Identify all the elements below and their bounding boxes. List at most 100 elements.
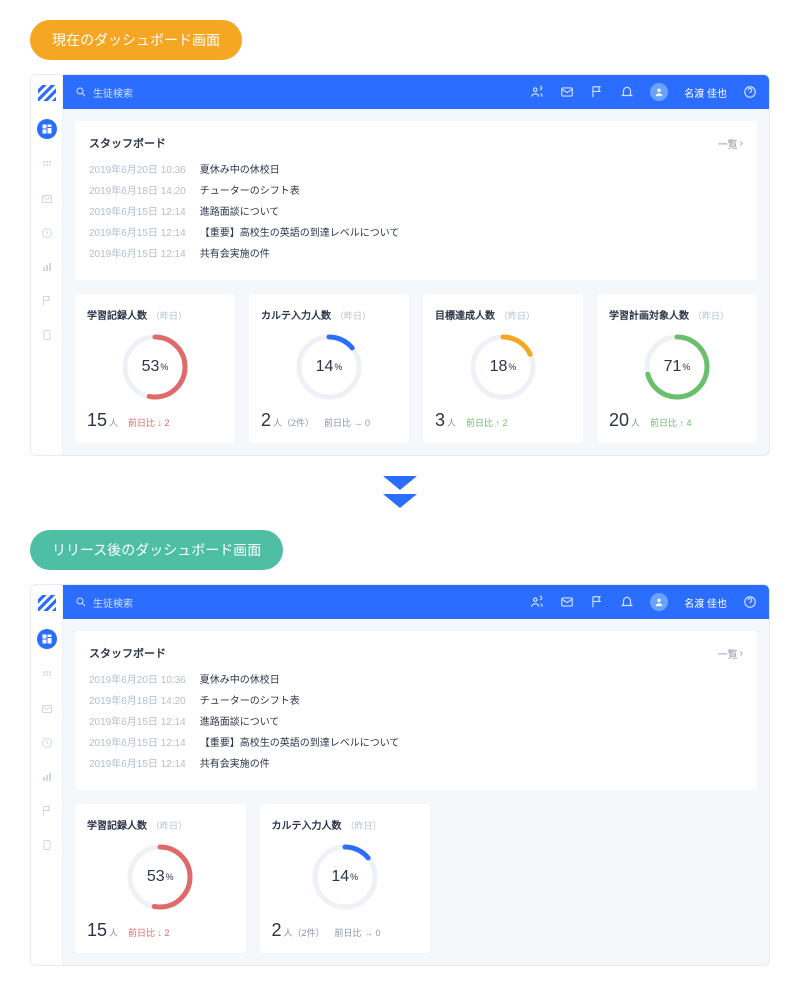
card-count: 20人	[609, 410, 640, 431]
topbar: 生徒検索 名渡 佳也	[63, 75, 769, 109]
side-doc-icon[interactable]	[39, 837, 55, 853]
logo-icon	[38, 595, 56, 611]
logo-icon	[38, 85, 56, 101]
flag-icon[interactable]	[590, 595, 604, 609]
card-subtitle: （昨日）	[499, 311, 535, 321]
side-grid-icon[interactable]	[39, 667, 55, 683]
board-row[interactable]: 2019年6月20日 10:36夏休み中の休校日	[89, 671, 743, 686]
help-icon[interactable]	[743, 595, 757, 609]
board-row[interactable]: 2019年6月15日 12:14 進路面談について	[89, 713, 743, 728]
badge-after: リリース後のダッシュボード画面	[30, 530, 283, 570]
user-name[interactable]: 名渡 佳也	[684, 85, 727, 100]
board-date: 2019年6月18日 14:20	[89, 182, 186, 197]
topbar-icons: 名渡 佳也	[530, 593, 757, 611]
board-text: 夏休み中の休校日	[200, 671, 280, 686]
board-row[interactable]: 2019年6月15日 12:14 共有会実施の件	[89, 245, 743, 260]
board-date: 2019年6月15日 12:14	[89, 713, 186, 728]
board-date: 2019年6月15日 12:14	[89, 755, 186, 770]
board-text: 【重要】高校生の英語の到達レベルについて	[200, 734, 400, 749]
card-title: 学習計画対象人数	[609, 311, 689, 322]
list-link-text: 一覧	[718, 136, 738, 151]
app-current: 生徒検索 名渡 佳也 スタッフボード 一覧 › 2019年6月20日 10:36…	[30, 74, 770, 456]
donut-value: 53%	[125, 842, 195, 912]
board-text: 進路面談について	[200, 203, 280, 218]
stat-card: カルテ入力人数（昨日）14%2人（2件）前日比 → 0	[260, 804, 431, 953]
card-title: 学習記録人数	[87, 821, 147, 832]
board-date: 2019年6月15日 12:14	[89, 245, 186, 260]
stat-card: カルテ入力人数（昨日）14%2人（2件）前日比 → 0	[249, 294, 409, 443]
user-name[interactable]: 名渡 佳也	[684, 595, 727, 610]
board-date: 2019年6月15日 12:14	[89, 203, 186, 218]
help-icon[interactable]	[743, 85, 757, 99]
search-placeholder: 生徒検索	[93, 85, 133, 100]
board-row[interactable]: 2019年6月15日 12:14【重要】高校生の英語の到達レベルについて	[89, 734, 743, 749]
stat-card: 学習計画対象人数（昨日）71%20人前日比 ↑ 4	[597, 294, 757, 443]
flag-icon[interactable]	[590, 85, 604, 99]
avatar[interactable]	[650, 593, 668, 611]
card-subtitle: （昨日）	[693, 311, 729, 321]
board-title: スタッフボード	[89, 645, 166, 661]
card-diff: 前日比 ↑ 4	[650, 416, 692, 429]
staff-board: スタッフボード 一覧 › 2019年6月20日 10:36夏休み中の休校日201…	[75, 121, 757, 280]
board-text: チューターのシフト表	[200, 692, 300, 707]
side-clock-icon[interactable]	[39, 735, 55, 751]
board-row[interactable]: 2019年6月15日 12:14 進路面談について	[89, 203, 743, 218]
board-row[interactable]: 2019年6月15日 12:14【重要】高校生の英語の到達レベルについて	[89, 224, 743, 239]
search-input[interactable]: 生徒検索	[75, 85, 522, 100]
side-chart-icon[interactable]	[39, 259, 55, 275]
staff-board: スタッフボード 一覧 › 2019年6月20日 10:36夏休み中の休校日 201…	[75, 631, 757, 790]
donut-chart: 14%	[261, 324, 397, 410]
card-diff: 前日比 → 0	[335, 926, 381, 939]
side-clock-icon[interactable]	[39, 225, 55, 241]
donut-chart: 53%	[87, 324, 223, 410]
side-flag-icon[interactable]	[39, 803, 55, 819]
board-date: 2019年6月20日 10:36	[89, 161, 186, 176]
side-flag-icon[interactable]	[39, 293, 55, 309]
card-subtitle: （昨日）	[151, 311, 187, 321]
stat-card: 学習記録人数（昨日）53%15人前日比 ↓ 2	[75, 294, 235, 443]
sidebar	[31, 75, 63, 455]
board-date: 2019年6月15日 12:14	[89, 224, 186, 239]
search-icon	[75, 86, 87, 98]
card-count: 15人	[87, 920, 118, 941]
side-mail-icon[interactable]	[39, 191, 55, 207]
mail-icon[interactable]	[560, 595, 574, 609]
search-placeholder: 生徒検索	[93, 595, 133, 610]
users-icon[interactable]	[530, 595, 544, 609]
board-row[interactable]: 2019年6月20日 10:36 夏休み中の休校日	[89, 161, 743, 176]
board-row[interactable]: 2019年6月18日 14:20チューターのシフト表	[89, 182, 743, 197]
board-row[interactable]: 2019年6月15日 12:14 共有会実施の件	[89, 755, 743, 770]
donut-value: 14%	[294, 332, 364, 402]
board-list-link[interactable]: 一覧 ›	[718, 646, 743, 661]
mail-icon[interactable]	[560, 85, 574, 99]
donut-chart: 14%	[272, 834, 419, 920]
bell-icon[interactable]	[620, 595, 634, 609]
side-chart-icon[interactable]	[39, 769, 55, 785]
board-list-link[interactable]: 一覧 ›	[718, 136, 743, 151]
board-text: 共有会実施の件	[200, 755, 270, 770]
board-text: 共有会実施の件	[200, 245, 270, 260]
stats-cards-after: 学習記録人数（昨日）53%15人前日比 ↓ 2カルテ入力人数（昨日）14%2人（…	[75, 804, 757, 953]
donut-chart: 18%	[435, 324, 571, 410]
board-text: 進路面談について	[200, 713, 280, 728]
board-text: 夏休み中の休校日	[200, 161, 280, 176]
board-row[interactable]: 2019年6月18日 14:20チューターのシフト表	[89, 692, 743, 707]
side-dashboard-icon[interactable]	[37, 629, 57, 649]
avatar[interactable]	[650, 83, 668, 101]
side-mail-icon[interactable]	[39, 701, 55, 717]
donut-value: 53%	[120, 332, 190, 402]
card-title: 目標達成人数	[435, 311, 495, 322]
side-grid-icon[interactable]	[39, 157, 55, 173]
side-dashboard-icon[interactable]	[37, 119, 57, 139]
side-doc-icon[interactable]	[39, 327, 55, 343]
chevron-down-icon	[383, 476, 417, 494]
search-input[interactable]: 生徒検索	[75, 595, 522, 610]
arrow-separator	[30, 476, 770, 512]
bell-icon[interactable]	[620, 85, 634, 99]
card-count: 2人（2件）	[261, 410, 314, 431]
users-icon[interactable]	[530, 85, 544, 99]
card-diff: 前日比 ↑ 2	[466, 416, 508, 429]
stats-cards-current: 学習記録人数（昨日）53%15人前日比 ↓ 2カルテ入力人数（昨日）14%2人（…	[75, 294, 757, 443]
badge-current: 現在のダッシュボード画面	[30, 20, 242, 60]
list-link-text: 一覧	[718, 646, 738, 661]
